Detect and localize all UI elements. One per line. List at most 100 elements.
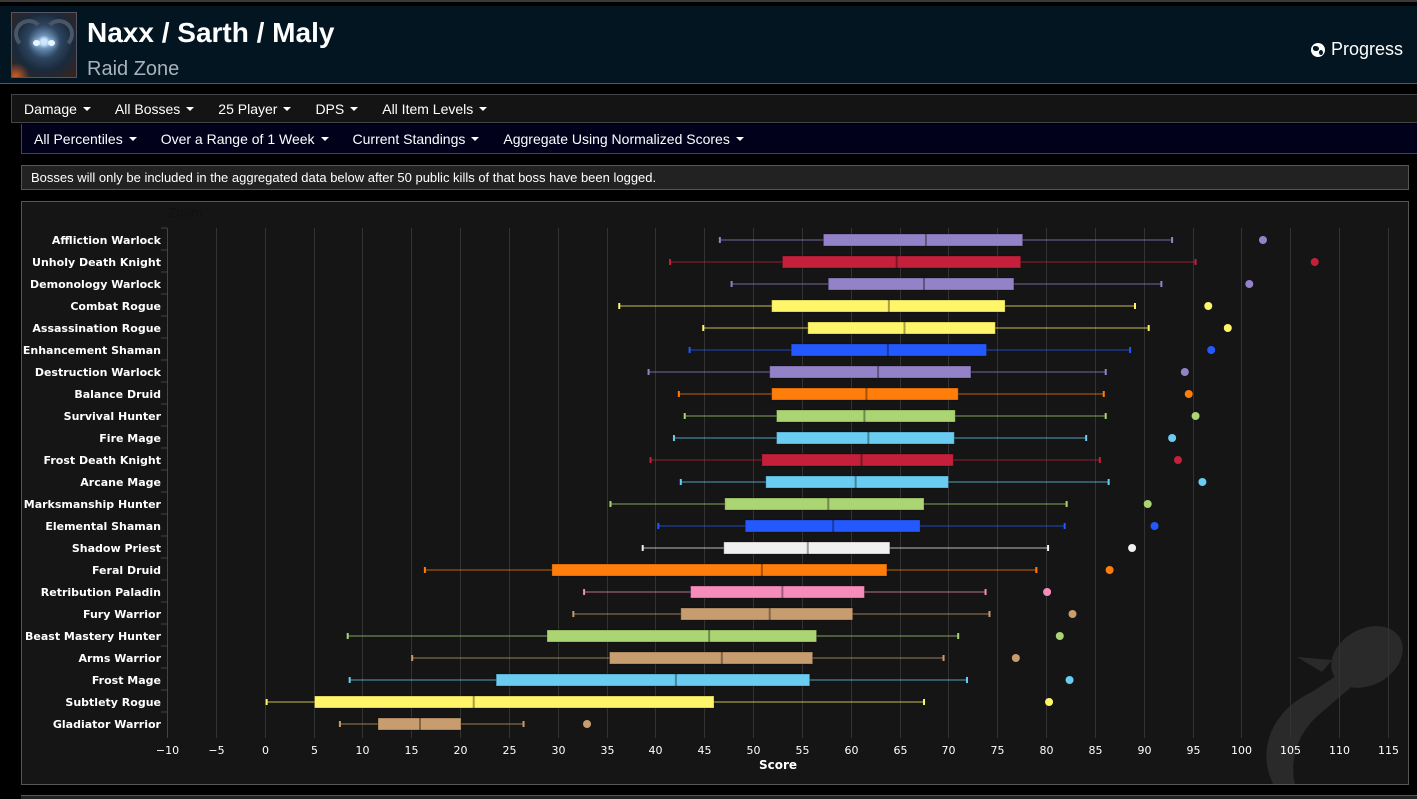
iqr-box[interactable]	[769, 365, 972, 379]
box-series[interactable]	[683, 409, 1200, 423]
iqr-box[interactable]	[495, 673, 811, 687]
x-tick-label: 105	[1280, 744, 1301, 757]
y-category-label: Beast Mastery Hunter	[25, 630, 162, 643]
outlier-point[interactable]	[1143, 500, 1152, 508]
x-tick-label: 15	[405, 744, 419, 757]
box-series[interactable]	[718, 233, 1267, 247]
box-series[interactable]	[618, 299, 1213, 313]
outlier-point[interactable]	[1180, 368, 1189, 376]
y-category-label: Retribution Paladin	[41, 586, 161, 599]
outlier-point[interactable]	[1128, 544, 1137, 552]
box-series[interactable]	[669, 255, 1319, 269]
iqr-box[interactable]	[822, 233, 1024, 247]
iqr-box[interactable]	[771, 387, 959, 401]
box-series[interactable]	[679, 475, 1207, 489]
filter-metric-dropdown[interactable]: Damage	[24, 101, 91, 117]
outlier-point[interactable]	[1258, 236, 1267, 244]
box-series[interactable]	[583, 585, 1052, 599]
box-series[interactable]	[338, 717, 592, 731]
globe-icon	[1310, 42, 1325, 57]
x-tick-label: 65	[894, 744, 908, 757]
top-border	[0, 0, 1417, 2]
caret-down-icon	[128, 136, 137, 141]
outlier-point[interactable]	[1245, 280, 1254, 288]
filter-item-level-dropdown[interactable]: All Item Levels	[382, 101, 488, 117]
outlier-point[interactable]	[583, 720, 592, 728]
dropdown-label: All Percentiles	[34, 130, 123, 147]
dropdown-label: All Bosses	[114, 100, 181, 117]
outlier-point[interactable]	[1198, 478, 1207, 486]
iqr-box[interactable]	[781, 255, 1022, 269]
outlier-point[interactable]	[1223, 324, 1232, 332]
box-series[interactable]	[677, 387, 1193, 401]
dropdown-label: DPS	[315, 100, 345, 117]
outlier-point[interactable]	[1043, 588, 1052, 596]
outlier-point[interactable]	[1065, 676, 1074, 684]
y-category-label: Fury Warrior	[83, 608, 162, 621]
outlier-point[interactable]	[1055, 632, 1064, 640]
y-category-label: Frost Death Knight	[44, 454, 161, 467]
iqr-box[interactable]	[827, 277, 1015, 291]
iqr-box[interactable]	[546, 629, 818, 643]
x-tick-label: 95	[1187, 744, 1201, 757]
box-series[interactable]	[572, 607, 1077, 621]
y-category-label: Subtlety Rogue	[65, 696, 161, 709]
iqr-box[interactable]	[807, 321, 996, 335]
outlier-point[interactable]	[1068, 610, 1077, 618]
outlier-point[interactable]	[1150, 522, 1159, 530]
iqr-box[interactable]	[680, 607, 854, 621]
outlier-point[interactable]	[1173, 456, 1182, 464]
iqr-box[interactable]	[690, 585, 865, 599]
box-series[interactable]	[348, 673, 1074, 687]
iqr-box[interactable]	[724, 497, 925, 511]
filter-range-dropdown[interactable]: Over a Range of 1 Week	[161, 131, 329, 147]
y-category-label: Survival Hunter	[64, 410, 162, 423]
box-series[interactable]	[641, 541, 1137, 555]
box-series[interactable]	[346, 629, 1064, 643]
box-series[interactable]	[423, 563, 1114, 577]
outlier-point[interactable]	[1105, 566, 1114, 574]
caret-down-icon	[320, 136, 329, 141]
box-series[interactable]	[265, 695, 1054, 709]
outlier-point[interactable]	[1045, 698, 1054, 706]
outlier-point[interactable]	[1011, 654, 1020, 662]
iqr-box[interactable]	[776, 431, 955, 445]
box-series[interactable]	[657, 519, 1159, 533]
outlier-point[interactable]	[1204, 302, 1213, 310]
box-series[interactable]	[649, 453, 1182, 467]
box-series[interactable]	[609, 497, 1152, 511]
filter-role-dropdown[interactable]: DPS	[315, 100, 359, 117]
outlier-point[interactable]	[1191, 412, 1200, 420]
x-tick-label: 85	[1089, 744, 1103, 757]
box-series[interactable]	[688, 343, 1216, 357]
iqr-box[interactable]	[765, 475, 949, 489]
outlier-point[interactable]	[1184, 390, 1193, 398]
filter-size-dropdown[interactable]: 25 Player	[218, 101, 292, 117]
box-series[interactable]	[672, 431, 1177, 445]
y-category-label: Arcane Mage	[80, 476, 161, 489]
iqr-box[interactable]	[551, 563, 888, 577]
progress-link[interactable]: Progress	[1310, 39, 1403, 60]
box-series[interactable]	[702, 321, 1232, 335]
outlier-point[interactable]	[1310, 258, 1319, 266]
iqr-box[interactable]	[776, 409, 956, 423]
iqr-box[interactable]	[313, 695, 715, 709]
filter-bosses-dropdown[interactable]: All Bosses	[114, 100, 195, 117]
box-series[interactable]	[411, 651, 1020, 665]
y-category-label: Assassination Rogue	[32, 322, 161, 335]
box-series[interactable]	[647, 365, 1189, 379]
y-category-label: Fire Mage	[99, 432, 161, 445]
x-tick-label: −10	[156, 744, 179, 757]
filter-aggregate-dropdown[interactable]: Aggregate Using Normalized Scores	[503, 131, 744, 147]
outlier-point[interactable]	[1207, 346, 1216, 354]
boxplot-chart[interactable]: −10 −5 0 5 10 15 20 25 30 35 40 45 50 55 60 65 70 75 80 85 9…	[22, 202, 1408, 797]
zoom-reset-label[interactable]: Zoom	[168, 206, 203, 220]
box-series[interactable]	[730, 277, 1254, 291]
iqr-box[interactable]	[761, 453, 954, 467]
filter-percentiles-dropdown[interactable]: All Percentiles	[34, 131, 137, 147]
filter-standings-dropdown[interactable]: Current Standings	[353, 131, 480, 147]
y-category-label: Unholy Death Knight	[32, 256, 161, 269]
outlier-point[interactable]	[1168, 434, 1177, 442]
iqr-box[interactable]	[608, 651, 814, 665]
aggregation-notice: Bosses will only be included in the aggr…	[21, 165, 1409, 190]
